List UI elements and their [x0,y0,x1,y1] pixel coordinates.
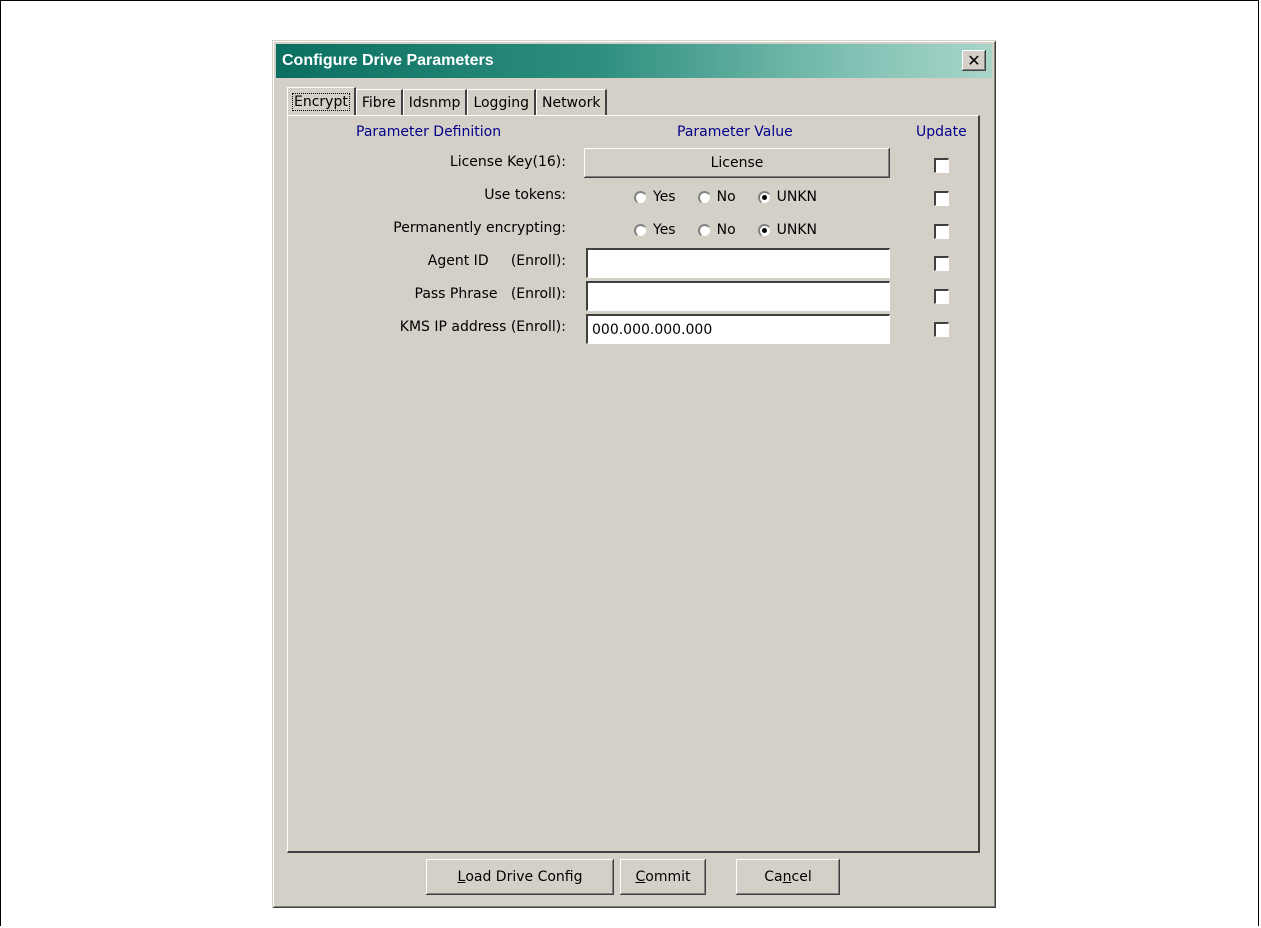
perm-encrypting-update-checkbox[interactable] [934,224,949,239]
radio-button[interactable] [634,190,647,204]
use-tokens-yes[interactable]: Yes [634,189,676,205]
pass-phrase-input[interactable] [586,281,890,311]
perm-encrypting-radio-group: Yes No UNKN [634,222,839,238]
radio-label: No [716,222,736,238]
button-text-rest: cel [791,869,812,885]
radio-label: UNKN [776,222,818,238]
cancel-button[interactable]: Ca n cel [736,859,840,895]
pass-phrase-label: Pass Phrase (Enroll): [414,286,567,302]
tab-network[interactable]: Network [535,89,608,115]
kms-ip-update-checkbox[interactable] [934,322,949,337]
perm-encrypting-label: Permanently encrypting: [393,220,566,236]
commit-button[interactable]: Commit [620,859,706,895]
radio-label: No [716,189,736,205]
dialog-title: Configure Drive Parameters [282,52,494,69]
perm-encrypting-no[interactable]: No [697,222,736,238]
tab-label: Network [541,94,601,111]
tab-label: Fibre [361,94,396,111]
radio-label: UNKN [776,189,818,205]
agent-id-update-checkbox[interactable] [934,256,949,271]
load-drive-config-button[interactable]: Load Drive Config [426,859,614,895]
license-key-update-checkbox[interactable] [934,158,949,173]
close-button[interactable]: ✕ [962,50,986,71]
button-mnemonic: n [782,869,792,885]
button-mnemonic: L [457,869,466,885]
use-tokens-label: Use tokens: [484,187,566,203]
radio-label: Yes [653,189,676,205]
tab-label: Logging [473,94,529,111]
header-parameter-definition: Parameter Definition [356,124,502,140]
radio-button-selected[interactable] [757,190,771,204]
agent-id-input[interactable] [586,248,890,278]
tab-fibre[interactable]: Fibre [355,89,403,115]
use-tokens-no[interactable]: No [697,189,736,205]
configure-dialog: Configure Drive Parameters ✕ Encrypt Fib… [272,40,996,908]
button-text-prefix: Ca [764,869,783,885]
close-icon: ✕ [967,50,981,70]
tab-idsnmp[interactable]: Idsnmp [402,89,468,115]
license-button[interactable]: License [584,148,890,178]
tab-encrypt[interactable]: Encrypt [287,87,356,115]
radio-button[interactable] [634,223,647,237]
kms-ip-input[interactable] [586,314,890,344]
license-button-label: License [710,155,764,171]
button-text-rest: ommit [645,869,691,885]
button-mnemonic: C [635,869,646,885]
agent-id-label: Agent ID (Enroll): [427,253,566,269]
license-key-label: License Key(16): [449,154,566,170]
pass-phrase-update-checkbox[interactable] [934,289,949,304]
tab-strip: Encrypt Fibre Idsnmp Logging Network [287,87,608,115]
tab-label: Encrypt [292,92,350,111]
use-tokens-radio-group: Yes No UNKN [634,189,839,205]
header-update: Update [916,124,967,140]
title-bar[interactable]: Configure Drive Parameters ✕ [276,44,992,78]
perm-encrypting-yes[interactable]: Yes [634,222,676,238]
perm-encrypting-unkn[interactable]: UNKN [757,222,818,238]
encrypt-panel: Parameter Definition Parameter Value Upd… [287,115,980,853]
use-tokens-update-checkbox[interactable] [934,191,949,206]
radio-button-selected[interactable] [757,223,771,237]
button-text-rest: oad Drive Config [465,869,583,885]
radio-label: Yes [653,222,676,238]
radio-button[interactable] [697,190,711,204]
kms-ip-label: KMS IP address (Enroll): [399,319,566,335]
tab-label: Idsnmp [408,94,461,111]
header-parameter-value: Parameter Value [677,124,793,140]
tab-logging[interactable]: Logging [467,89,536,115]
use-tokens-unkn[interactable]: UNKN [757,189,818,205]
radio-button[interactable] [697,223,711,237]
